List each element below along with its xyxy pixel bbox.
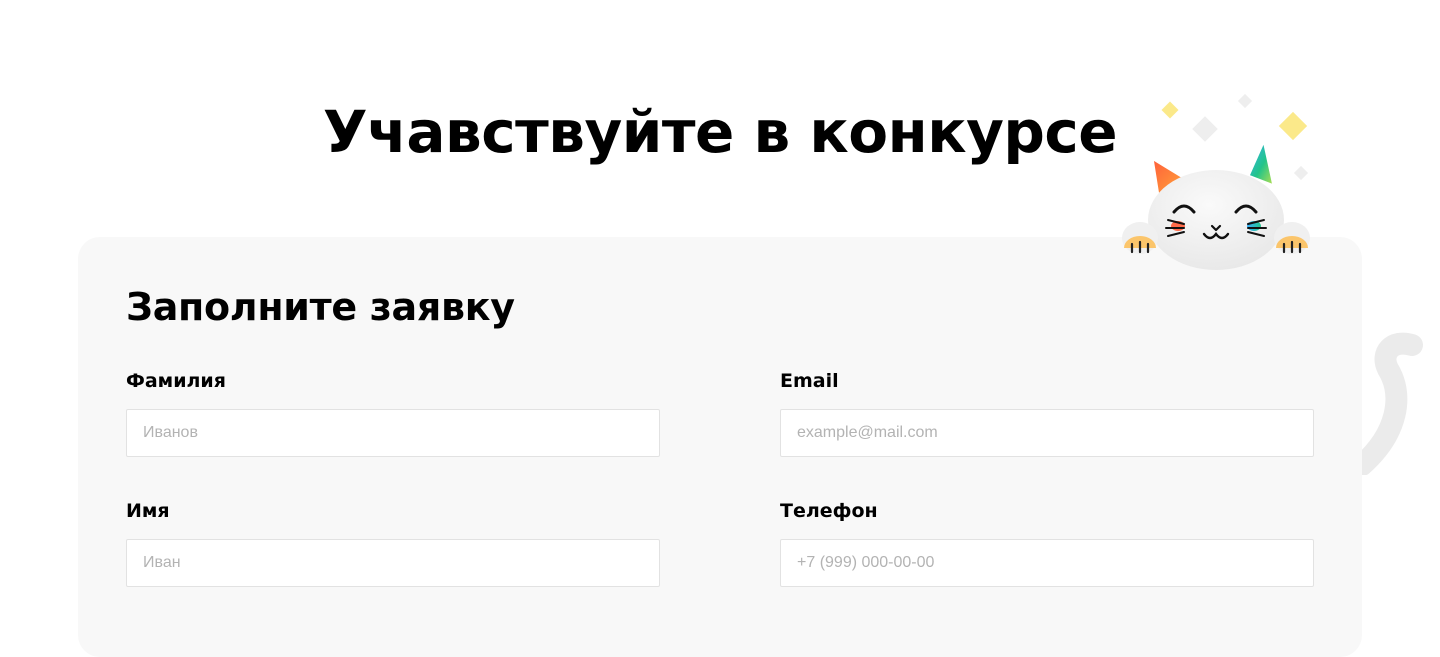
email-label: Email (780, 370, 839, 392)
surname-label: Фамилия (126, 370, 226, 392)
phone-input[interactable] (780, 539, 1314, 587)
phone-label: Телефон (780, 500, 878, 522)
email-input[interactable] (780, 409, 1314, 457)
form-title: Заполните заявку (126, 285, 515, 329)
surname-input[interactable] (126, 409, 660, 457)
name-input[interactable] (126, 539, 660, 587)
application-form-card: Заполните заявку Фамилия Email Имя Телеф… (78, 237, 1362, 657)
cat-mascot-icon (1122, 93, 1310, 270)
sparkle-icon (1161, 93, 1309, 181)
name-label: Имя (126, 500, 170, 522)
